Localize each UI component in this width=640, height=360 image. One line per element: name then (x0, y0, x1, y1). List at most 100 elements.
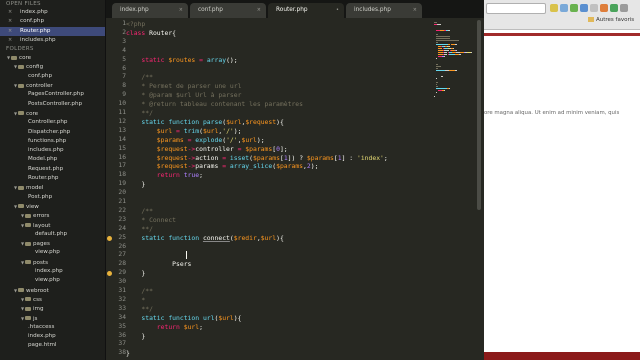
folder-item[interactable]: ▼ img (0, 304, 105, 313)
line-number: 12 (118, 117, 126, 125)
file-item[interactable]: Post.php (0, 193, 105, 202)
file-item[interactable]: PagesController.php (0, 90, 105, 99)
folder-icon (18, 288, 24, 293)
editor-tab[interactable]: index.php × (112, 3, 188, 18)
folder-item[interactable]: ▼ webroot (0, 286, 105, 295)
folder-item[interactable]: ▼ controller (0, 81, 105, 90)
folder-label: webroot (26, 287, 49, 294)
file-item[interactable]: Router.php (0, 174, 105, 183)
file-item[interactable]: .htaccess (0, 323, 105, 332)
code-token: $params (126, 135, 184, 144)
file-item[interactable]: index.php (0, 332, 105, 341)
file-item[interactable]: Dispatcher.php (0, 128, 105, 137)
file-item[interactable]: index.php (0, 267, 105, 276)
tab-label: Router.php (276, 7, 308, 13)
file-label: default.php (35, 230, 68, 237)
folder-item[interactable]: ▼ core (0, 109, 105, 118)
close-icon[interactable]: × (8, 36, 12, 45)
extension-icon[interactable] (600, 4, 608, 12)
vertical-scrollbar[interactable] (474, 18, 484, 360)
open-file-item[interactable]: × conf.php (0, 17, 105, 26)
open-file-item[interactable]: × Router.php (0, 26, 105, 36)
close-icon[interactable]: × (8, 8, 12, 17)
extension-icon[interactable] (580, 4, 588, 12)
line-number: 22 (118, 206, 126, 214)
file-item[interactable]: page.html (0, 341, 105, 350)
other-bookmarks-button[interactable]: Autres favoris (588, 17, 634, 23)
folder-item[interactable]: ▼ core (0, 53, 105, 62)
minimap-line (448, 30, 450, 31)
folder-item[interactable]: ▼ model (0, 183, 105, 192)
close-icon[interactable]: × (8, 17, 12, 26)
folder-item[interactable]: ▼ view (0, 202, 105, 211)
folder-label: pages (33, 241, 50, 248)
star-icon[interactable] (550, 4, 558, 12)
file-label: view.php (35, 249, 60, 256)
editor-tab[interactable]: includes.php × (346, 3, 422, 18)
minimap-line (437, 24, 442, 25)
file-item[interactable]: PostsController.php (0, 100, 105, 109)
minimap[interactable] (432, 18, 474, 98)
unsaved-dot-icon[interactable]: • (336, 3, 339, 18)
close-icon[interactable]: × (179, 3, 183, 18)
editor-tab[interactable]: conf.php × (190, 3, 266, 18)
folder-item[interactable]: ▼ js (0, 314, 105, 323)
folder-item[interactable]: ▼ errors (0, 211, 105, 220)
code-token: static function (126, 117, 203, 126)
file-item[interactable]: conf.php (0, 72, 105, 81)
open-file-item[interactable]: × index.php (0, 8, 105, 17)
minimap-line (436, 38, 451, 39)
line-number: 18 (118, 171, 126, 179)
line-number: 33 (118, 304, 126, 312)
code-line: <?php (126, 20, 145, 29)
extension-icon[interactable] (610, 4, 618, 12)
file-item[interactable]: Request.php (0, 165, 105, 174)
scrollbar-thumb[interactable] (477, 20, 481, 210)
code-token: $request (245, 117, 277, 126)
close-icon[interactable]: × (257, 3, 261, 18)
code-token: connect (202, 233, 230, 242)
page-footer-band (484, 352, 640, 360)
code-token: array (206, 55, 227, 64)
folder-icon (25, 260, 31, 265)
line-number: 37 (118, 340, 126, 348)
extension-icon[interactable] (590, 4, 598, 12)
editor-tab[interactable]: Router.php • (268, 3, 344, 18)
file-label: .htaccess (28, 323, 55, 330)
line-number: 6 (122, 64, 126, 72)
file-item[interactable]: Controller.php (0, 118, 105, 127)
folder-item[interactable]: ▼ config (0, 62, 105, 71)
code-area[interactable]: <?php class Router{ static $routes = arra… (126, 18, 431, 360)
minimap-line (436, 44, 445, 45)
code-token: /** (126, 287, 153, 295)
file-item[interactable]: includes.php (0, 146, 105, 155)
file-label: PostsController.php (28, 100, 83, 107)
file-item[interactable]: view.php (0, 248, 105, 257)
code-token: ); (310, 162, 319, 171)
file-item[interactable]: default.php (0, 230, 105, 239)
folder-item[interactable]: ▼ posts (0, 258, 105, 267)
folder-icon (25, 241, 31, 246)
extension-icon[interactable] (560, 4, 568, 12)
file-item[interactable]: Model.php (0, 155, 105, 164)
file-item[interactable]: view.php (0, 276, 105, 285)
address-bar[interactable] (486, 3, 546, 14)
extension-icon[interactable] (570, 4, 578, 12)
folder-item[interactable]: ▼ pages (0, 239, 105, 248)
folder-label: js (33, 315, 38, 322)
folder-icon (25, 213, 31, 218)
close-icon[interactable]: × (413, 3, 417, 18)
code-token: $routes (168, 55, 196, 64)
file-item[interactable]: functions.php (0, 137, 105, 146)
open-file-item[interactable]: × includes.php (0, 36, 105, 45)
wrench-icon[interactable] (620, 4, 628, 12)
code-token: $url (202, 126, 219, 135)
folder-item[interactable]: ▼ css (0, 295, 105, 304)
line-number: 28 (118, 260, 126, 268)
folder-item[interactable]: ▼ layout (0, 221, 105, 230)
code-token: $url (126, 126, 173, 135)
page-body-text: ore magna aliqua. Ut enim ad minim venia… (484, 110, 620, 116)
open-file-label: includes.php (20, 36, 56, 43)
code-line: } (126, 349, 130, 358)
close-icon[interactable]: × (8, 27, 12, 36)
